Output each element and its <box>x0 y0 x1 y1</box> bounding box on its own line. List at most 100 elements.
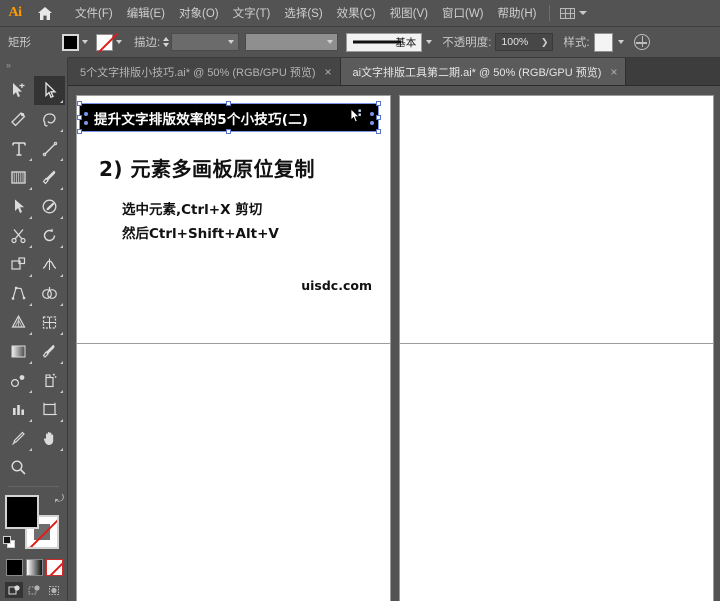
scissors-tool[interactable] <box>3 221 34 250</box>
tool-group-indicator-icon <box>60 419 63 422</box>
fill-color-swatch[interactable] <box>62 33 79 51</box>
selection-tool[interactable] <box>3 76 34 105</box>
menu-item-file[interactable]: 文件(F) <box>68 1 120 25</box>
stroke-color-swatch[interactable] <box>96 33 113 51</box>
tool-group-indicator-icon <box>60 274 63 277</box>
color-mode-button[interactable] <box>6 559 23 576</box>
artboard-3[interactable] <box>77 344 390 601</box>
artwork-body: 选中元素,Ctrl+X 剪切 然后Ctrl+Shift+Alt+V <box>122 199 279 246</box>
tool-group-indicator-icon <box>60 332 63 335</box>
pencil-tool[interactable] <box>34 192 65 221</box>
artboard-2[interactable] <box>400 96 713 344</box>
artboard-tool[interactable] <box>34 395 65 424</box>
fill-color-indicator[interactable] <box>5 495 39 529</box>
document-tab-2[interactable]: ai文字排版工具第二期.ai* @ 50% (RGB/GPU 预览) × <box>340 58 627 85</box>
stroke-weight-dropdown[interactable] <box>171 33 240 51</box>
tool-group-indicator-icon <box>60 448 63 451</box>
gradient-tool[interactable] <box>3 337 34 366</box>
swap-fill-stroke-icon[interactable]: ⤾ <box>55 493 64 506</box>
shaper-tool[interactable] <box>3 192 34 221</box>
document-tab-1[interactable]: 5个文字排版小技巧.ai* @ 50% (RGB/GPU 预览) × <box>68 58 341 85</box>
chevron-down-icon <box>228 40 235 44</box>
slice-tool[interactable] <box>3 424 34 453</box>
rectangle-tool[interactable] <box>3 163 34 192</box>
tools-divider <box>8 486 59 487</box>
chevron-down-icon[interactable] <box>116 40 122 44</box>
tool-group-indicator-icon <box>29 158 32 161</box>
tool-group-indicator-icon <box>60 245 63 248</box>
control-bar: 矩形 描边: 基本 不透明度: 100% ❯ 样式: <box>0 27 720 58</box>
none-mode-button[interactable] <box>46 559 63 576</box>
stroke-variable-width-dropdown[interactable] <box>245 33 339 51</box>
text-cursor-icon <box>348 107 362 128</box>
close-icon[interactable]: × <box>324 66 331 78</box>
artboard-4[interactable] <box>400 344 713 601</box>
eyedropper-tool[interactable] <box>34 337 65 366</box>
shape-builder-tool[interactable] <box>34 279 65 308</box>
column-graph-tool[interactable] <box>3 395 34 424</box>
default-fill-stroke-icon[interactable] <box>3 536 16 549</box>
canvas-area[interactable]: 提升文字排版效率的5个小技巧(二) 2) 元素多画板原位复制 选中元素,Ctrl… <box>68 86 720 601</box>
lasso-tool[interactable] <box>34 105 65 134</box>
gradient-mode-button[interactable] <box>26 559 43 576</box>
artboard-1[interactable]: 提升文字排版效率的5个小技巧(二) 2) 元素多画板原位复制 选中元素,Ctrl… <box>77 96 390 344</box>
menu-item-object[interactable]: 对象(O) <box>172 1 226 25</box>
menu-item-select[interactable]: 选择(S) <box>277 1 329 25</box>
zoom-tool[interactable] <box>3 453 34 482</box>
symbol-sprayer-tool[interactable] <box>34 366 65 395</box>
stroke-profile-dropdown[interactable]: 基本 <box>346 32 423 52</box>
chevron-down-icon[interactable] <box>617 40 624 44</box>
graphic-style-swatch[interactable] <box>593 32 613 52</box>
tools-panel-collapse-handle[interactable]: » <box>0 58 67 72</box>
tool-group-indicator-icon <box>60 216 63 219</box>
app-logo-icon: Ai <box>8 5 23 20</box>
draw-normal-button[interactable] <box>5 582 23 598</box>
blend-tool[interactable] <box>3 366 34 395</box>
mesh-tool[interactable] <box>34 308 65 337</box>
width-tool[interactable] <box>34 250 65 279</box>
opacity-input[interactable]: 100% ❯ <box>495 33 554 51</box>
perspective-grid-tool[interactable] <box>3 308 34 337</box>
chevron-down-icon[interactable] <box>426 40 433 44</box>
menu-item-view[interactable]: 视图(V) <box>383 1 435 25</box>
type-tool[interactable] <box>3 134 34 163</box>
line-segment-tool[interactable] <box>34 134 65 163</box>
magic-wand-tool[interactable] <box>3 105 34 134</box>
paintbrush-tool[interactable] <box>34 163 65 192</box>
draw-inside-button[interactable] <box>45 582 63 598</box>
close-icon[interactable]: × <box>610 66 617 78</box>
fill-swatch-group[interactable] <box>62 33 88 51</box>
stroke-weight-stepper[interactable] <box>160 34 171 51</box>
tool-group-indicator-icon <box>29 303 32 306</box>
menu-item-edit[interactable]: 编辑(E) <box>120 1 172 25</box>
arrange-documents-button[interactable] <box>556 6 591 21</box>
free-transform-tool[interactable] <box>3 279 34 308</box>
selection-type-label: 矩形 <box>8 37 31 49</box>
menu-items: 文件(F) 编辑(E) 对象(O) 文字(T) 选择(S) 效果(C) 视图(V… <box>68 1 591 25</box>
rotate-tool[interactable] <box>34 221 65 250</box>
tools-grid <box>0 72 67 453</box>
scale-tool[interactable] <box>3 250 34 279</box>
menu-item-type[interactable]: 文字(T) <box>226 1 278 25</box>
artwork-heading: 2) 元素多画板原位复制 <box>99 157 316 181</box>
opacity-label: 不透明度: <box>442 37 492 49</box>
menu-item-window[interactable]: 窗口(W) <box>435 1 491 25</box>
tool-group-indicator-icon <box>29 419 32 422</box>
menu-item-help[interactable]: 帮助(H) <box>491 1 544 25</box>
tool-group-indicator-icon <box>60 158 63 161</box>
home-icon[interactable] <box>30 0 60 27</box>
menu-item-effect[interactable]: 效果(C) <box>330 1 383 25</box>
chevron-right-icon: ❯ <box>540 36 549 47</box>
direct-selection-tool[interactable] <box>34 76 65 105</box>
tools-panel: » ⤾ <box>0 58 68 601</box>
menu-divider <box>549 5 551 21</box>
document-tab-1-title: 5个文字排版小技巧.ai* @ 50% (RGB/GPU 预览) <box>80 66 316 79</box>
hand-tool[interactable] <box>34 424 65 453</box>
draw-behind-button[interactable] <box>25 582 43 598</box>
stroke-profile-preview-icon <box>353 40 402 44</box>
chevron-down-icon[interactable] <box>82 40 88 44</box>
tool-group-indicator-icon <box>29 245 32 248</box>
options-circle-icon[interactable] <box>633 34 650 50</box>
artwork-header-bar[interactable]: 提升文字排版效率的5个小技巧(二) <box>80 104 378 131</box>
stroke-swatch-group[interactable] <box>96 33 122 51</box>
